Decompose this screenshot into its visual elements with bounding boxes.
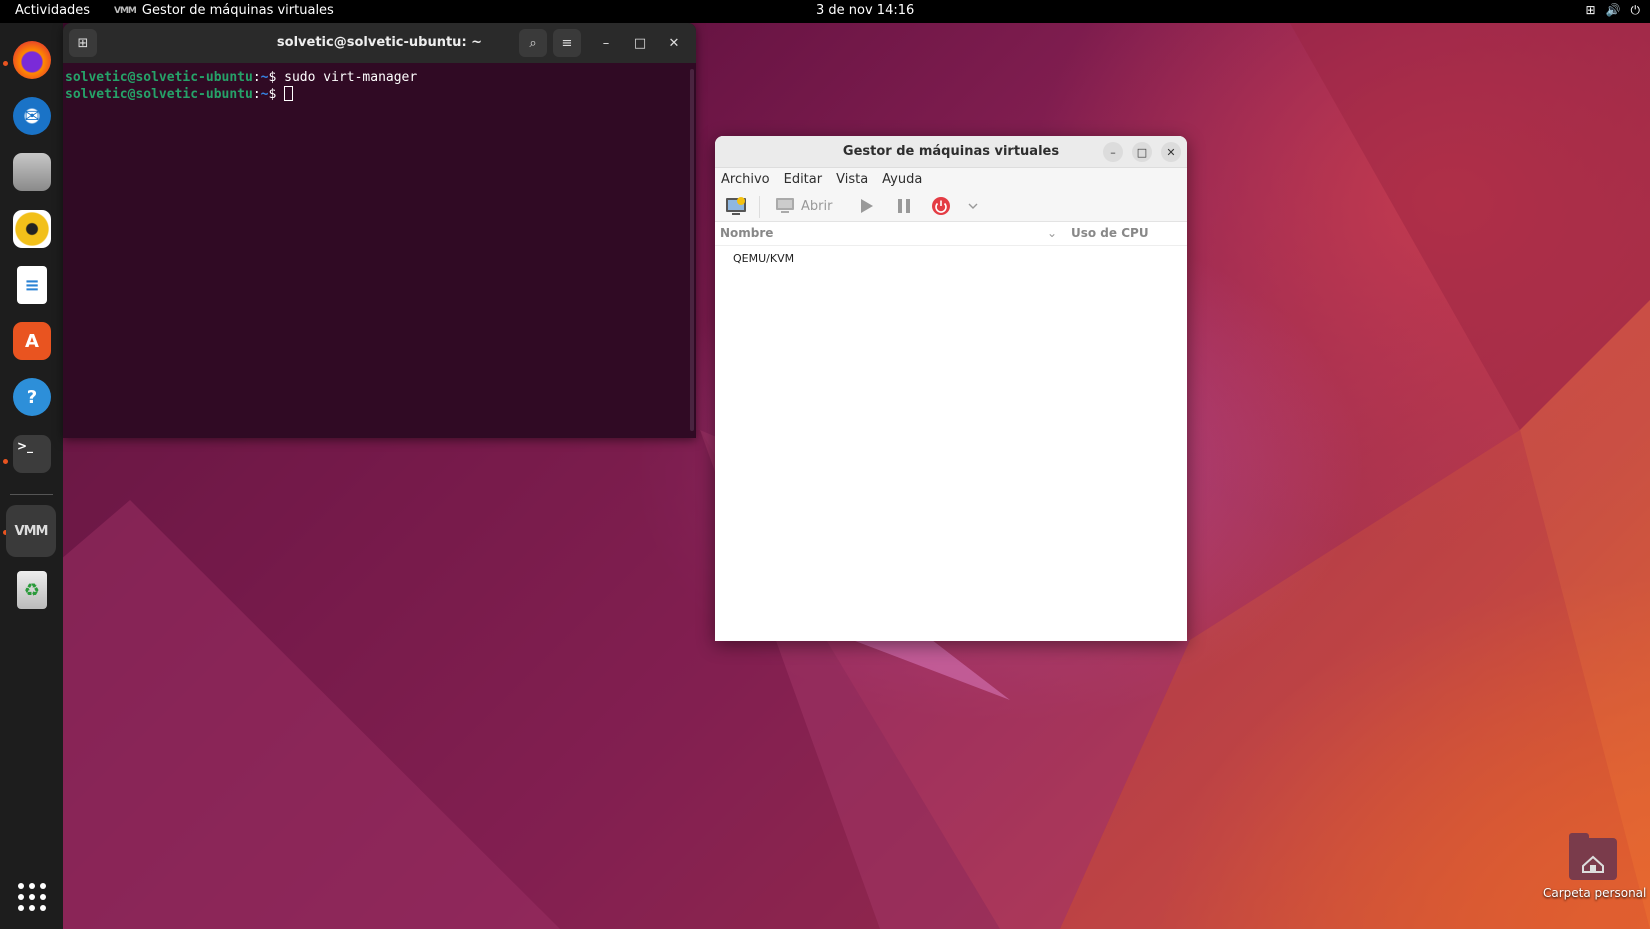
menu-button[interactable]: ≡ [553, 29, 581, 57]
search-icon: ⌕ [529, 35, 537, 51]
network-icon: ⊞ [1585, 3, 1596, 17]
dock: ✉ ≡ A ? >_ VMM ♻ [0, 23, 63, 929]
text-cursor [284, 86, 294, 101]
connection-row[interactable]: QEMU/KVM [733, 252, 794, 265]
toolbar-separator [759, 196, 760, 218]
hamburger-icon: ≡ [561, 35, 573, 51]
vmm-maximize-button[interactable]: □ [1132, 142, 1152, 162]
dock-help[interactable]: ? [8, 373, 56, 421]
dock-terminal[interactable]: >_ [8, 430, 56, 478]
desktop-home-folder[interactable]: Carpeta personal [1543, 833, 1647, 900]
vmm-app-icon: VMM [114, 5, 137, 16]
vmm-close-button[interactable]: ✕ [1161, 142, 1181, 162]
dock-rhythmbox[interactable] [8, 205, 56, 253]
terminal-scrollbar[interactable] [690, 69, 694, 431]
terminal-line: solvetic@solvetic-ubuntu:~$ sudo virt-ma… [65, 70, 418, 85]
dock-files[interactable] [8, 148, 56, 196]
terminal-output[interactable]: solvetic@solvetic-ubuntu:~$ sudo virt-ma… [63, 63, 696, 103]
firefox-icon [13, 41, 51, 79]
column-name[interactable]: Nombre [720, 226, 773, 240]
pause-icon [898, 199, 910, 213]
shutdown-button[interactable] [931, 194, 951, 218]
dock-virt-manager[interactable]: VMM [6, 505, 56, 557]
chevron-down-icon [968, 203, 978, 209]
menu-editar[interactable]: Editar [784, 172, 823, 187]
dock-firefox[interactable] [8, 36, 56, 84]
dock-software[interactable]: A [8, 317, 56, 365]
menu-archivo[interactable]: Archivo [721, 172, 770, 187]
sort-chevron-icon[interactable]: ⌄ [1047, 226, 1057, 240]
open-button[interactable]: Abrir [775, 194, 832, 218]
menu-ayuda[interactable]: Ayuda [882, 172, 922, 187]
terminal-icon: >_ [13, 435, 51, 473]
app-menu[interactable]: VMM Gestor de máquinas virtuales [114, 3, 334, 18]
search-button[interactable]: ⌕ [519, 29, 547, 57]
app-menu-label: Gestor de máquinas virtuales [141, 3, 334, 18]
home-folder-icon [1569, 833, 1617, 880]
terminal-window: ⊞ solvetic@solvetic-ubuntu: ~ ⌕ ≡ – □ ✕ … [63, 23, 696, 438]
show-apps-button[interactable] [18, 883, 46, 911]
monitor-icon [776, 198, 794, 213]
play-icon [861, 199, 873, 213]
writer-icon: ≡ [17, 266, 47, 304]
column-cpu[interactable]: Uso de CPU [1071, 226, 1149, 240]
run-button[interactable] [860, 194, 874, 218]
open-label: Abrir [801, 198, 833, 214]
rhythmbox-icon [13, 210, 51, 248]
menu-vista[interactable]: Vista [836, 172, 868, 187]
system-tray[interactable]: ⊞ 🔊 ⏻ [1585, 3, 1640, 18]
vmm-titlebar[interactable]: Gestor de máquinas virtuales – □ ✕ [715, 136, 1187, 168]
activities-button[interactable]: Actividades [15, 3, 90, 18]
dock-trash[interactable]: ♻ [8, 566, 56, 614]
thunderbird-icon: ✉ [13, 97, 51, 135]
help-icon: ? [13, 378, 51, 416]
trash-icon: ♻ [17, 571, 47, 609]
power-icon: ⏻ [1630, 3, 1641, 17]
vmm-menubar: Archivo Editar Vista Ayuda [715, 168, 1187, 190]
new-vm-button[interactable] [725, 194, 747, 218]
pause-button[interactable] [897, 194, 911, 218]
volume-icon: 🔊 [1605, 3, 1621, 17]
vm-list-header: Nombre ⌄ Uso de CPU [715, 222, 1187, 246]
top-bar: Actividades VMM Gestor de máquinas virtu… [0, 0, 1650, 23]
clock[interactable]: 3 de nov 14:16 [816, 3, 914, 18]
terminal-headerbar[interactable]: ⊞ solvetic@solvetic-ubuntu: ~ ⌕ ≡ – □ ✕ [63, 23, 696, 63]
minimize-button[interactable]: – [592, 29, 620, 57]
close-button[interactable]: ✕ [660, 29, 688, 57]
files-icon [13, 153, 51, 191]
power-icon [932, 197, 950, 215]
new-vm-icon [726, 197, 746, 215]
vmm-window: Gestor de máquinas virtuales – □ ✕ Archi… [715, 136, 1187, 641]
vmm-minimize-button[interactable]: – [1103, 142, 1123, 162]
virt-manager-icon: VMM [14, 523, 49, 539]
software-icon: A [13, 322, 51, 360]
home-folder-label: Carpeta personal [1543, 886, 1647, 900]
dock-thunderbird[interactable]: ✉ [8, 92, 56, 140]
maximize-button[interactable]: □ [626, 29, 654, 57]
terminal-line: solvetic@solvetic-ubuntu:~$ [65, 86, 696, 103]
dock-separator [10, 494, 53, 495]
dock-writer[interactable]: ≡ [8, 261, 56, 309]
vmm-toolbar: Abrir [715, 190, 1187, 222]
shutdown-menu-button[interactable] [967, 194, 979, 218]
